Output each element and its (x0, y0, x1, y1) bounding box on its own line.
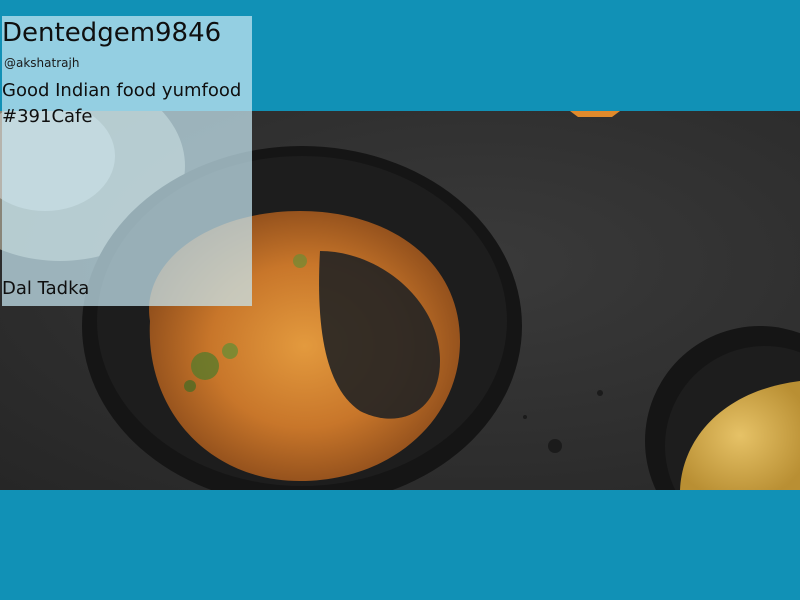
dish-name: Dal Tadka (2, 278, 90, 299)
user-handle[interactable]: @akshatrajh (4, 56, 79, 70)
username[interactable]: Dentedgem9846 (2, 18, 221, 48)
post-view: Dentedgem9846 @akshatrajh Good Indian fo… (0, 0, 800, 600)
post-caption: Good Indian food yumfood #391Cafe (2, 80, 242, 127)
post-info-card: Dentedgem9846 @akshatrajh Good Indian fo… (2, 16, 252, 306)
